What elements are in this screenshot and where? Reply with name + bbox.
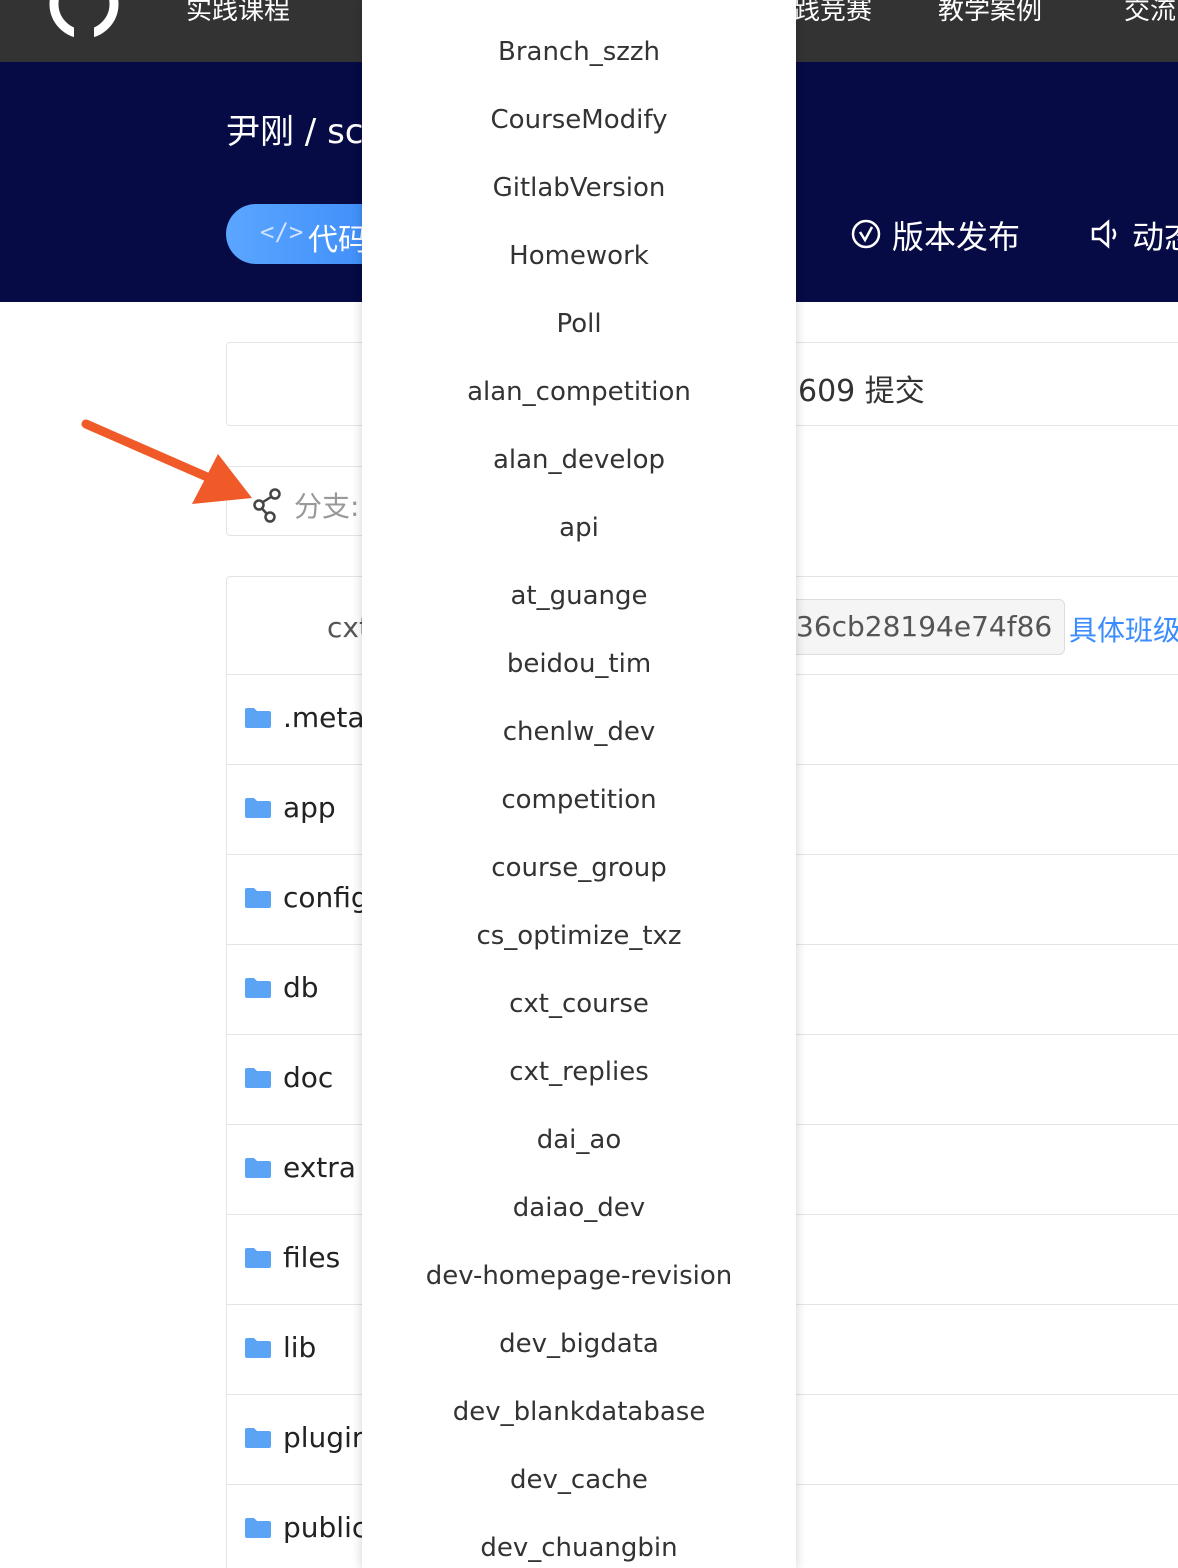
file-name[interactable]: app [283, 791, 336, 824]
file-name[interactable]: plugin [283, 1421, 370, 1454]
file-name[interactable]: config [283, 881, 369, 914]
folder-icon [245, 1518, 271, 1538]
file-name[interactable]: doc [283, 1061, 333, 1094]
branch-option[interactable]: daiao_dev [362, 1174, 796, 1242]
tab-releases-label: 版本发布 [892, 218, 1021, 256]
nav-item-teaching-cases[interactable]: 教学案例 [938, 0, 1042, 27]
tab-code-label: 代码 [308, 223, 368, 258]
branch-option[interactable]: dev-homepage-revision [362, 1242, 796, 1310]
site-logo-icon[interactable] [44, 0, 124, 42]
branch-option[interactable]: dev_cache [362, 1446, 796, 1514]
folder-icon [245, 978, 271, 998]
branch-option[interactable]: competition [362, 766, 796, 834]
branch-option[interactable]: dai_ao [362, 1106, 796, 1174]
branch-option[interactable]: GitlabVersion [362, 154, 796, 222]
nav-item-practice-courses[interactable]: 实践课程 [186, 0, 290, 27]
folder-icon [245, 1158, 271, 1178]
branch-option[interactable]: at_guange [362, 562, 796, 630]
folder-icon [245, 888, 271, 908]
branch-option[interactable]: cxt_course [362, 970, 796, 1038]
branch-option[interactable]: chenlw_dev [362, 698, 796, 766]
folder-icon [245, 1338, 271, 1358]
file-name[interactable]: files [283, 1241, 340, 1274]
branch-option[interactable]: alan_competition [362, 358, 796, 426]
commit-count[interactable]: 609 提交 [798, 366, 925, 410]
nav-item-forum[interactable]: 交流 [1124, 0, 1176, 27]
branch-option[interactable]: alan_develop [362, 426, 796, 494]
branch-option[interactable]: Branch_szzh [362, 18, 796, 86]
branch-option[interactable]: cs_optimize_txz [362, 902, 796, 970]
folder-icon [245, 1068, 271, 1088]
repo-breadcrumb[interactable]: 尹刚 / sc [226, 104, 363, 153]
folder-icon [245, 1428, 271, 1448]
file-name[interactable]: db [283, 971, 319, 1004]
branch-dropdown[interactable]: Branch_szzh CourseModify GitlabVersion H… [362, 0, 796, 1568]
file-name[interactable]: public [283, 1511, 367, 1544]
branch-option[interactable]: beidou_tim [362, 630, 796, 698]
branch-selector-label: 分支: [294, 490, 360, 523]
speaker-icon [1091, 219, 1117, 249]
file-name[interactable]: extra [283, 1151, 356, 1184]
commit-hash[interactable]: 36cb28194e74f86 [787, 599, 1066, 655]
branch-option[interactable]: course_group [362, 834, 796, 902]
file-name[interactable]: lib [283, 1331, 316, 1364]
branch-option[interactable]: CourseModify [362, 86, 796, 154]
code-icon: </> [260, 218, 304, 246]
release-check-icon [851, 219, 881, 249]
tab-activity-label: 动态 [1132, 218, 1178, 256]
folder-icon [245, 798, 271, 818]
branch-option[interactable]: dev_blankdatabase [362, 1378, 796, 1446]
folder-icon [245, 1248, 271, 1268]
branch-option[interactable]: Poll [362, 290, 796, 358]
branch-option[interactable]: Homework [362, 222, 796, 290]
nav-item-competitions[interactable]: 践竞赛 [794, 0, 872, 27]
folder-icon [245, 708, 271, 728]
branch-option[interactable]: cxt_replies [362, 1038, 796, 1106]
annotation-arrow-icon [81, 419, 252, 504]
commit-message[interactable]: 具体班级 [1069, 609, 1178, 649]
branch-option[interactable]: dev_chuangbin [362, 1514, 796, 1568]
branch-option[interactable]: dev_bigdata [362, 1310, 796, 1378]
branch-option[interactable]: api [362, 494, 796, 562]
